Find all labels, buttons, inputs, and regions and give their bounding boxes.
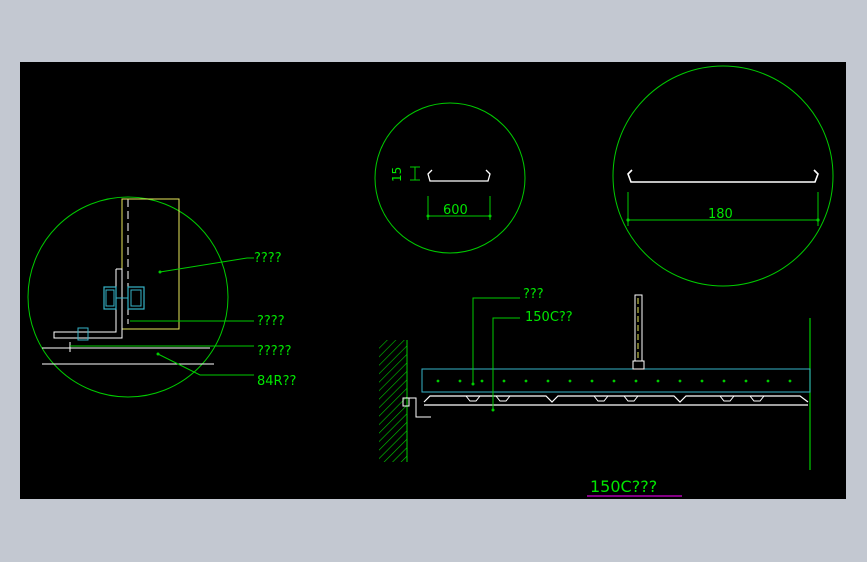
- cad-drawing: ???? ???? ????? 84R?? 15 600 180 ??? 150…: [27, 65, 834, 497]
- dimension-height: 15: [390, 167, 404, 182]
- section-view: ??? 150C?? 150C???: [379, 287, 811, 497]
- drawing-canvas: ???? ???? ????? 84R?? 15 600 180 ??? 150…: [20, 62, 846, 499]
- profile-large: [627, 169, 819, 183]
- panel-ribs: [465, 395, 765, 402]
- label-left-2: ????: [257, 314, 285, 329]
- dimension-width-large: 180: [708, 207, 733, 222]
- wall-angle: [407, 397, 431, 418]
- detail-large-profile: 180: [612, 65, 834, 287]
- label-left-1: ????: [254, 251, 282, 266]
- label-section-1: ???: [523, 287, 544, 302]
- profile-small: [427, 169, 491, 182]
- detail-small-profile: 15 600: [374, 102, 526, 254]
- label-section-2: 150C??: [525, 310, 573, 325]
- bolt-group: [103, 286, 145, 310]
- channel-holes: [436, 379, 792, 383]
- detail-large-circle: [612, 65, 834, 287]
- leaders-section: [472, 297, 520, 410]
- label-left-3: ?????: [257, 344, 292, 359]
- detail-left: ???? ???? ????? 84R??: [27, 196, 296, 398]
- label-left-4: 84R??: [257, 374, 296, 389]
- carrier-channel: [421, 368, 811, 393]
- dimension-width-small: 600: [443, 203, 468, 218]
- ceiling-panels: [423, 395, 809, 406]
- section-title: 150C???: [590, 477, 657, 496]
